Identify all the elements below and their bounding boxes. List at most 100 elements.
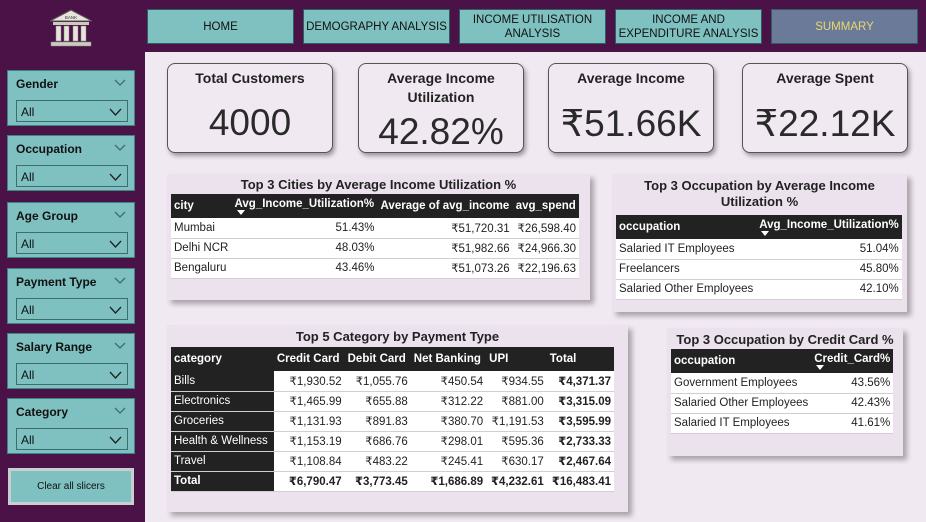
kpi-value: 4000: [208, 102, 292, 143]
column-header[interactable]: UPI: [486, 347, 547, 371]
sort-down-icon: [761, 230, 770, 236]
column-header[interactable]: Credit_Card%: [811, 349, 894, 373]
slicer-dropdown[interactable]: All: [16, 298, 128, 320]
row-header: Health & Wellness: [171, 431, 274, 452]
table-header-row: occupation Avg_Income_Utilization%: [616, 215, 902, 239]
column-header[interactable]: occupation: [671, 349, 812, 373]
row-header: Groceries: [171, 411, 274, 432]
table-cell: ₹3,595.99: [546, 411, 614, 432]
sort-down-icon: [816, 364, 825, 370]
column-header[interactable]: Avg_Income_Utilization%: [231, 194, 378, 218]
chevron-down-icon[interactable]: [114, 277, 126, 285]
column-header[interactable]: Credit Card: [273, 347, 345, 371]
chevron-down-icon[interactable]: [114, 79, 126, 87]
top-category-payment-card: Top 5 Category by Payment Type category …: [167, 325, 628, 512]
table-cell: Salaried IT Employees: [671, 413, 812, 434]
nav-demography-button[interactable]: DEMOGRAPHY ANALYSIS: [303, 9, 450, 44]
table-cell: ₹1,131.93: [273, 411, 345, 432]
table-row: Bills ₹1,930.52 ₹1,055.76 ₹450.54 ₹934.5…: [171, 371, 614, 392]
table-cell: 48.03%: [231, 238, 378, 259]
table-cell: ₹6,790.47: [273, 471, 345, 492]
table-total-row: Total ₹6,790.47 ₹3,773.45 ₹1,686.89 ₹4,2…: [171, 471, 614, 492]
table-cell: ₹22,196.63: [512, 258, 579, 279]
chevron-down-icon[interactable]: [114, 407, 126, 415]
table-cell: ₹24,966.30: [512, 238, 579, 259]
slicer-dropdown[interactable]: All: [16, 428, 128, 450]
clear-all-slicers-button[interactable]: Clear all slicers: [8, 468, 134, 505]
table-row: Mumbai 51.43% ₹51,720.31 ₹26,598.40: [171, 218, 579, 239]
card-title: Top 3 Occupation by Credit Card %: [676, 332, 894, 347]
nav-home-button[interactable]: HOME: [147, 9, 294, 44]
chevron-down-icon: [109, 240, 122, 248]
slicer-dropdown[interactable]: All: [16, 165, 128, 187]
chevron-down-icon[interactable]: [114, 211, 126, 219]
card-title: Top 3 Cities by Average Income Utilizati…: [240, 177, 517, 192]
table-cell: Delhi NCR: [171, 238, 232, 259]
table-cell: ₹3,315.09: [546, 391, 614, 412]
report-canvas: Total Customers 4000 Average Income Util…: [145, 52, 926, 522]
column-header[interactable]: avg_spend: [512, 194, 579, 218]
table-cell: ₹1,930.52: [273, 371, 345, 392]
nav-income-expenditure-button[interactable]: INCOME AND EXPENDITURE ANALYSIS: [615, 9, 762, 44]
table-cell: ₹51,982.66: [377, 238, 513, 259]
chevron-down-icon[interactable]: [114, 144, 126, 152]
table-cell: ₹881.00: [486, 391, 547, 412]
column-header[interactable]: occupation: [616, 215, 757, 239]
kpi-title: Average Spent: [776, 70, 874, 86]
column-header[interactable]: Average of avg_income: [377, 194, 513, 218]
slicer-value: All: [21, 368, 35, 382]
slicer-value: All: [21, 237, 35, 251]
table-cell: Salaried Other Employees: [616, 279, 757, 300]
kpi-average-income: Average Income ₹51.66K: [548, 63, 714, 153]
slicer-dropdown[interactable]: All: [16, 363, 128, 385]
column-header[interactable]: category: [171, 347, 274, 371]
chevron-down-icon: [109, 371, 122, 379]
slicer-age-group: Age Group All: [7, 202, 135, 258]
table-cell: ₹1,108.84: [273, 451, 345, 472]
column-header[interactable]: city: [171, 194, 232, 218]
occupation-credit-table: occupation Credit_Card% Government Emplo…: [671, 349, 894, 434]
table-cell: ₹891.83: [344, 411, 411, 432]
table-cell: ₹483.22: [344, 451, 411, 472]
nav-income-utilisation-button[interactable]: INCOME UTILISATION ANALYSIS: [459, 9, 606, 44]
table-cell: Salaried IT Employees: [616, 239, 757, 260]
table-cell: ₹1,055.76: [344, 371, 411, 392]
table-row: Salaried Other Employees 42.10%: [616, 279, 902, 300]
row-header: Electronics: [171, 391, 274, 412]
table-cell: ₹26,598.40: [512, 218, 579, 239]
table-row: Salaried Other Employees 42.43%: [671, 393, 894, 414]
table-cell: ₹686.76: [344, 431, 411, 452]
slicer-title: Occupation: [16, 142, 83, 156]
table-cell: 42.43%: [811, 393, 894, 414]
table-cell: ₹1,191.53: [486, 411, 547, 432]
chevron-down-icon: [109, 306, 122, 314]
nav-summary-button[interactable]: SUMMARY: [771, 9, 918, 44]
slicer-category: Category All: [7, 398, 135, 454]
column-header-label: Credit_Card%: [814, 352, 891, 365]
table-cell: ₹51,073.26: [377, 258, 513, 279]
card-title-line-2: Utilization %: [720, 194, 799, 209]
slicer-salary-range: Salary Range All: [7, 333, 135, 389]
table-row: Electronics ₹1,465.99 ₹655.88 ₹312.22 ₹8…: [171, 391, 614, 412]
category-payment-table: category Credit Card Debit Card Net Bank…: [171, 347, 614, 492]
chevron-down-icon[interactable]: [114, 342, 126, 350]
kpi-value: 42.82%: [378, 111, 504, 152]
slicer-dropdown[interactable]: All: [16, 100, 128, 122]
slicer-occupation: Occupation All: [7, 135, 135, 191]
table-cell: ₹245.41: [410, 451, 487, 472]
table-cell: ₹595.36: [486, 431, 547, 452]
table-cell: 43.56%: [811, 373, 894, 394]
table-cell: ₹3,773.45: [344, 471, 411, 492]
table-cell: Mumbai: [171, 218, 232, 239]
table-row: Salaried IT Employees 51.04%: [616, 239, 902, 260]
slicer-dropdown[interactable]: All: [16, 232, 128, 254]
slicer-value: All: [21, 433, 35, 447]
table-cell: ₹2,467.64: [546, 451, 614, 472]
table-cell: ₹2,733.33: [546, 431, 614, 452]
column-header[interactable]: Debit Card: [344, 347, 411, 371]
column-header[interactable]: Net Banking: [410, 347, 487, 371]
table-header-row: occupation Credit_Card%: [671, 349, 894, 373]
table-cell: 51.04%: [756, 239, 902, 260]
column-header[interactable]: Avg_Income_Utilization%: [756, 215, 902, 239]
column-header[interactable]: Total: [546, 347, 614, 371]
